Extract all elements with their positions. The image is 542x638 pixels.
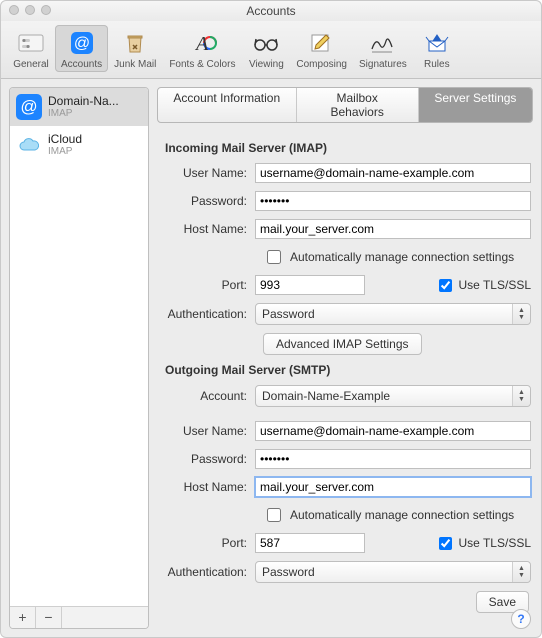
incoming-auth-select[interactable]: Password ▲▼ [255,303,531,325]
rules-icon [420,29,454,57]
incoming-hostname-field[interactable] [255,219,531,239]
titlebar: Accounts [1,1,541,21]
incoming-username-field[interactable] [255,163,531,183]
updown-icon: ▲▼ [512,304,530,324]
incoming-tls-label: Use TLS/SSL [459,278,531,292]
outgoing-port-field[interactable] [255,533,365,553]
prefs-tab-accounts[interactable]: @ Accounts [55,25,108,72]
prefs-tab-label: Rules [424,59,450,70]
label-in-hostname: Host Name: [159,222,255,236]
fonts-icon: A [185,29,219,57]
prefs-tab-label: Fonts & Colors [169,59,235,70]
prefs-tab-label: Composing [296,59,347,70]
outgoing-hostname-field[interactable] [255,477,531,497]
list-item[interactable]: iCloud IMAP [10,126,148,164]
outgoing-tls-label: Use TLS/SSL [459,536,531,550]
label-out-password: Password: [159,452,255,466]
prefs-tab-label: Viewing [249,59,284,70]
close-dot-icon[interactable] [9,5,19,15]
sidebar-footer: + − [10,606,148,628]
prefs-tab-composing[interactable]: Composing [290,25,353,72]
advanced-imap-button[interactable]: Advanced IMAP Settings [263,333,422,355]
signature-icon [366,29,400,57]
outgoing-auto-manage-label: Automatically manage connection settings [290,508,514,522]
incoming-auto-manage-label: Automatically manage connection settings [290,250,514,264]
server-settings-form: Incoming Mail Server (IMAP) User Name: P… [157,133,533,629]
label-in-password: Password: [159,194,255,208]
tab-account-info[interactable]: Account Information [158,88,297,122]
accounts-list: @ Domain-Na... IMAP iCloud IMAP [10,88,148,606]
trash-icon [118,29,152,57]
label-in-auth: Authentication: [159,307,255,321]
icloud-icon [16,132,42,158]
detail-tabs: Account Information Mailbox Behaviors Se… [157,87,533,123]
label-out-username: User Name: [159,424,255,438]
label-in-port: Port: [159,278,255,292]
add-account-button[interactable]: + [10,607,36,628]
updown-icon: ▲▼ [512,562,530,582]
incoming-auth-value: Password [262,307,315,321]
account-protocol: IMAP [48,146,82,157]
svg-text:@: @ [73,35,89,52]
at-icon: @ [65,29,99,57]
prefs-tab-general[interactable]: General [7,25,55,72]
prefs-tab-label: Junk Mail [114,59,156,70]
svg-text:A: A [194,33,209,55]
outgoing-heading: Outgoing Mail Server (SMTP) [159,363,531,377]
help-button[interactable]: ? [511,609,531,629]
incoming-heading: Incoming Mail Server (IMAP) [159,141,531,155]
remove-account-button[interactable]: − [36,607,62,628]
prefs-toolbar: General @ Accounts Junk Mail [1,21,541,79]
outgoing-account-select[interactable]: Domain-Name-Example ▲▼ [255,385,531,407]
label-in-username: User Name: [159,166,255,180]
accounts-sidebar: @ Domain-Na... IMAP iCloud IMAP [9,87,149,629]
prefs-tab-label: Signatures [359,59,407,70]
label-out-account: Account: [159,389,255,403]
incoming-port-field[interactable] [255,275,365,295]
compose-icon [305,29,339,57]
incoming-tls-input[interactable] [439,279,452,292]
prefs-tab-junk[interactable]: Junk Mail [108,25,162,72]
outgoing-auto-manage-checkbox[interactable]: Automatically manage connection settings [263,505,514,525]
outgoing-tls-checkbox[interactable]: Use TLS/SSL [435,534,531,553]
tab-mailbox-behaviors[interactable]: Mailbox Behaviors [297,88,419,122]
account-protocol: IMAP [48,108,119,119]
outgoing-auth-value: Password [262,565,315,579]
label-out-hostname: Host Name: [159,480,255,494]
prefs-tab-rules[interactable]: Rules [413,25,461,72]
label-out-port: Port: [159,536,255,550]
window-controls[interactable] [9,5,51,15]
gear-switch-icon [14,29,48,57]
zoom-dot-icon[interactable] [41,5,51,15]
account-name: iCloud [48,133,82,146]
tab-server-settings[interactable]: Server Settings [419,88,532,122]
window-title: Accounts [246,4,295,18]
prefs-tab-label: General [13,59,49,70]
list-item[interactable]: @ Domain-Na... IMAP [10,88,148,126]
minimize-dot-icon[interactable] [25,5,35,15]
label-out-auth: Authentication: [159,565,255,579]
incoming-tls-checkbox[interactable]: Use TLS/SSL [435,276,531,295]
prefs-tab-label: Accounts [61,59,102,70]
outgoing-tls-input[interactable] [439,537,452,550]
prefs-tab-viewing[interactable]: Viewing [242,25,290,72]
updown-icon: ▲▼ [512,386,530,406]
account-name: Domain-Na... [48,95,119,108]
outgoing-auth-select[interactable]: Password ▲▼ [255,561,531,583]
incoming-auto-manage-checkbox[interactable]: Automatically manage connection settings [263,247,514,267]
glasses-icon [249,29,283,57]
outgoing-username-field[interactable] [255,421,531,441]
at-icon: @ [16,94,42,120]
prefs-tab-fonts[interactable]: A Fonts & Colors [162,25,242,72]
prefs-tab-signatures[interactable]: Signatures [353,25,413,72]
outgoing-password-field[interactable] [255,449,531,469]
outgoing-account-value: Domain-Name-Example [262,389,390,403]
incoming-auto-manage-input[interactable] [267,250,281,264]
outgoing-auto-manage-input[interactable] [267,508,281,522]
incoming-password-field[interactable] [255,191,531,211]
